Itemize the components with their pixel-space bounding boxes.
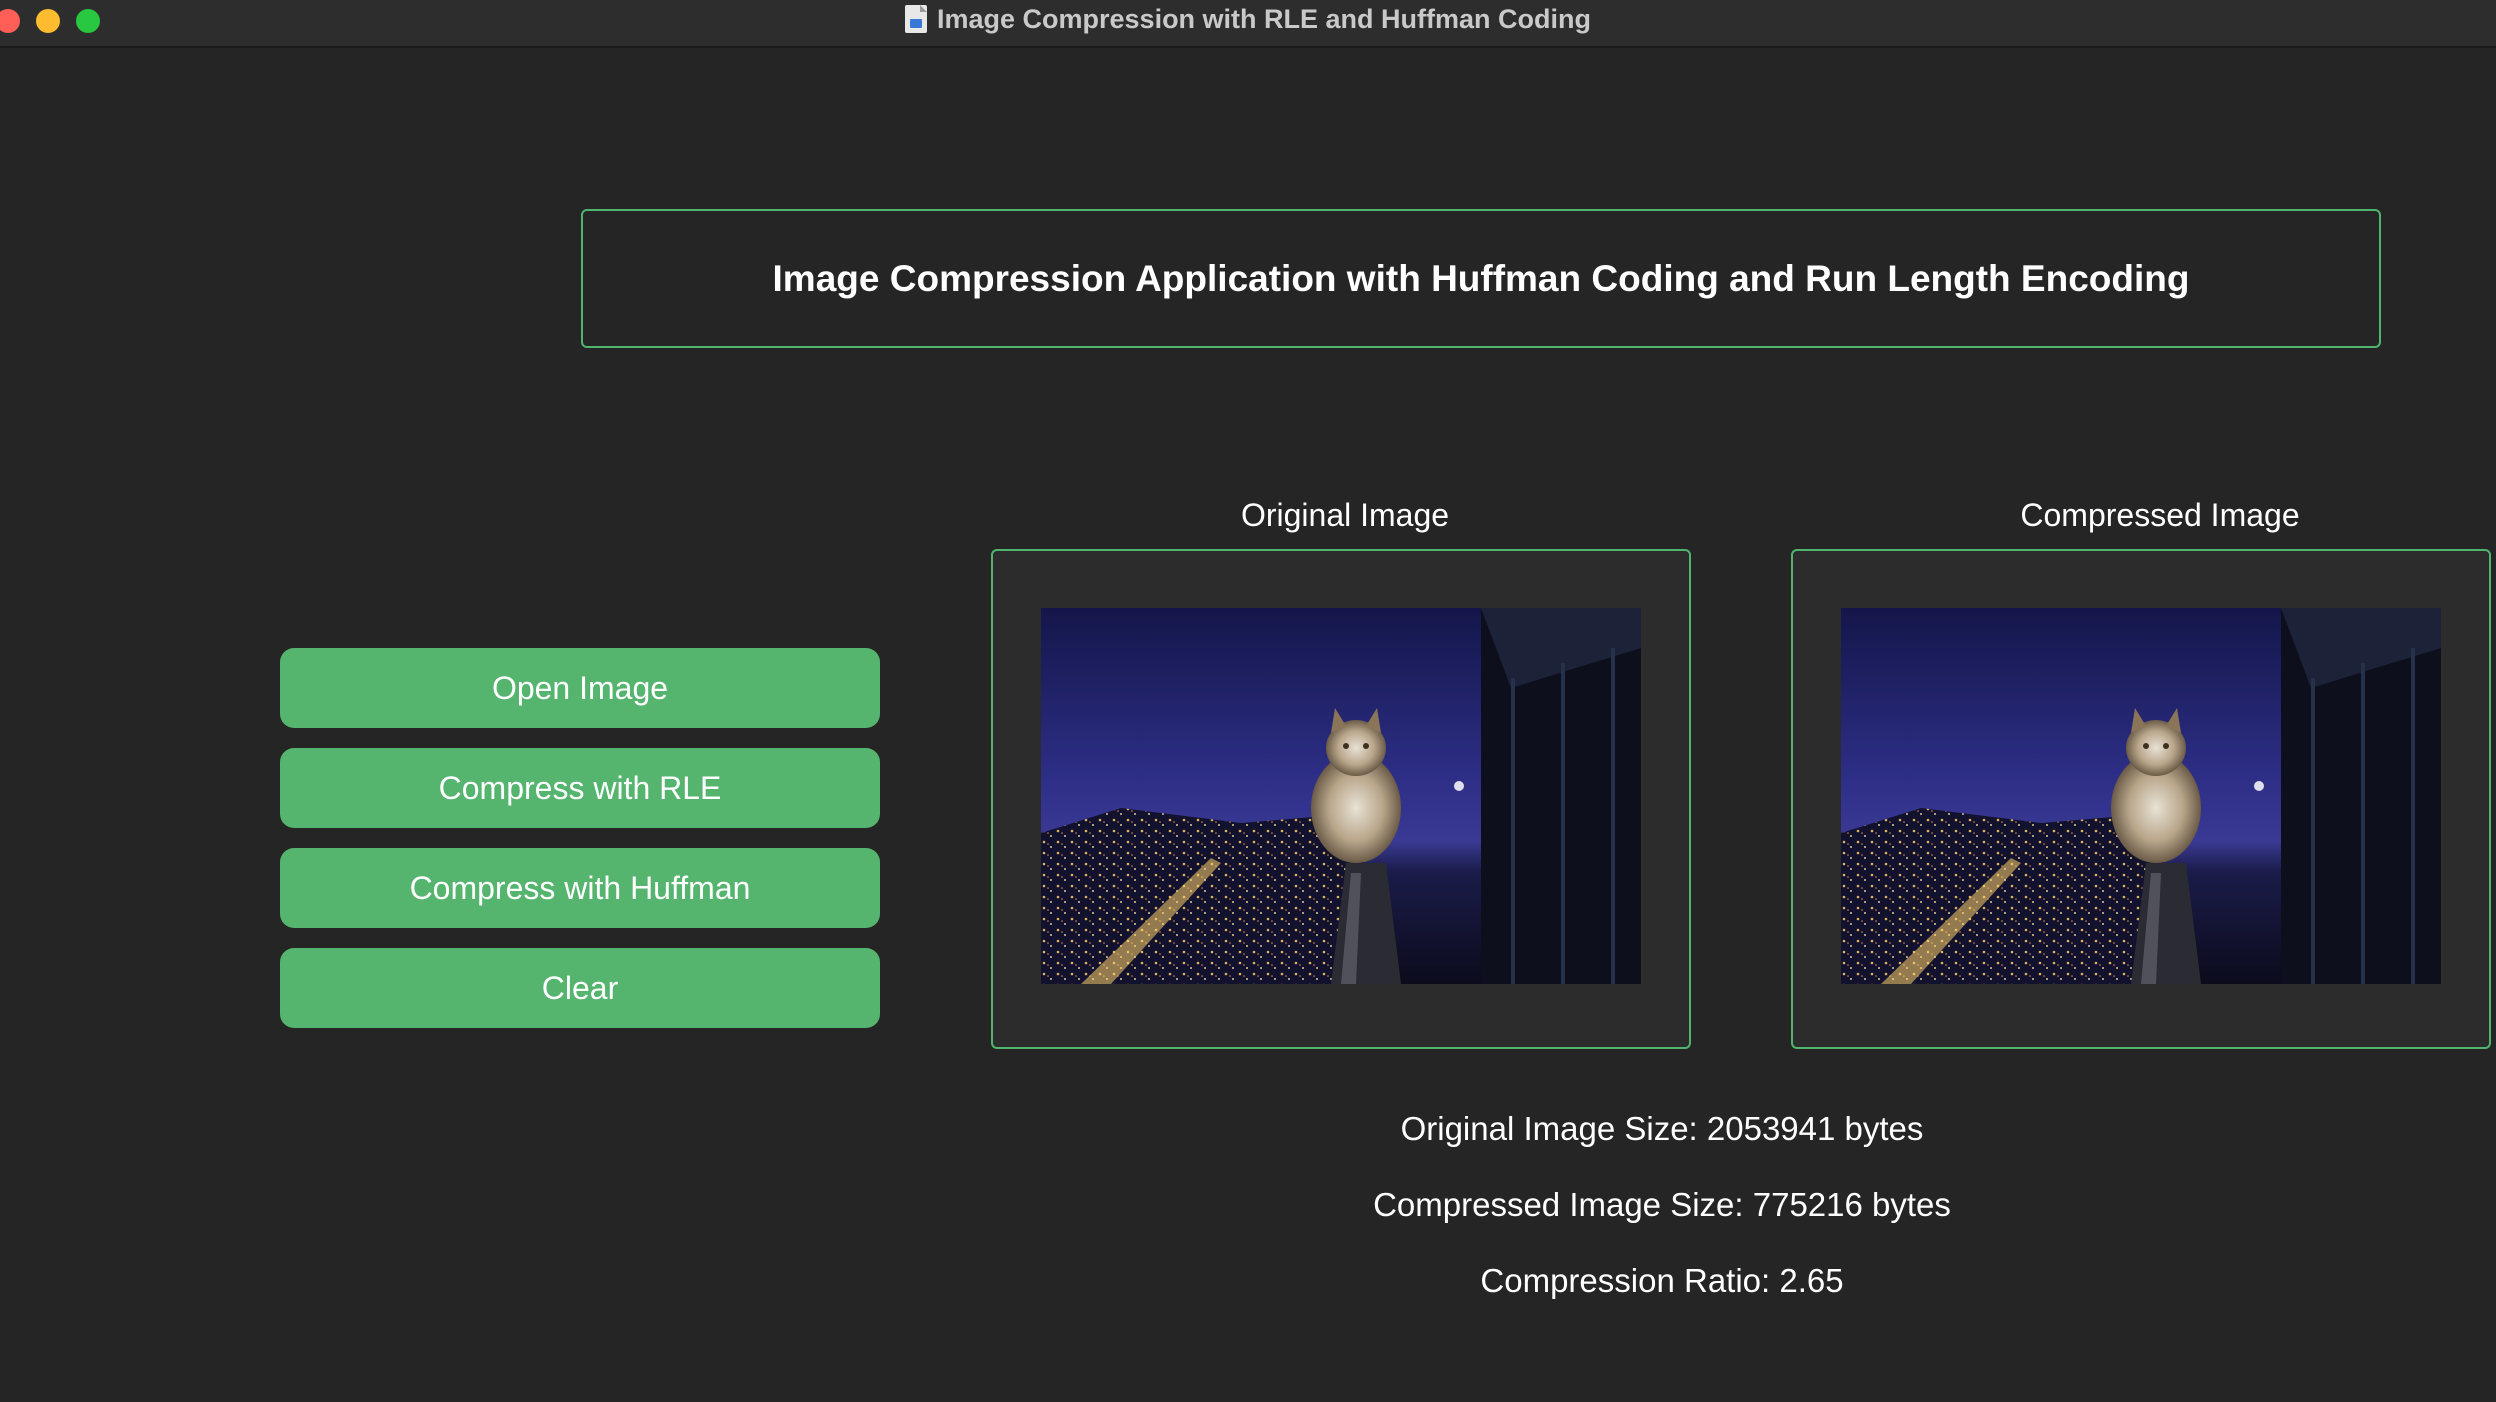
compress-rle-button[interactable]: Compress with RLE — [280, 748, 880, 828]
title-bar: Image Compression with RLE and Huffman C… — [0, 0, 2496, 48]
compressed-image-panel — [1791, 549, 2491, 1049]
compressed-image-label: Compressed Image — [2020, 497, 2300, 533]
document-icon — [904, 5, 927, 33]
original-image-panel — [991, 549, 1691, 1049]
app-window: Image Compression with RLE and Huffman C… — [0, 0, 2496, 1402]
original-size-text: Original Image Size: 2053941 bytes — [1400, 1110, 1924, 1147]
app-heading: Image Compression Application with Huffm… — [772, 257, 2190, 299]
original-image-label: Original Image — [1240, 497, 1450, 533]
compress-huffman-button[interactable]: Compress with Huffman — [280, 848, 880, 928]
app-heading-box: Image Compression Application with Huffm… — [581, 209, 2381, 348]
clear-button[interactable]: Clear — [280, 948, 880, 1028]
compression-ratio-text: Compression Ratio: 2.65 — [1480, 1262, 1844, 1299]
compressed-image-preview — [1841, 608, 2441, 984]
open-image-button[interactable]: Open Image — [280, 648, 880, 728]
window-title: Image Compression with RLE and Huffman C… — [936, 3, 1592, 34]
window-title-group: Image Compression with RLE and Huffman C… — [0, 0, 2496, 38]
compressed-size-text: Compressed Image Size: 775216 bytes — [1373, 1186, 1951, 1223]
original-image-preview — [1041, 608, 1641, 984]
